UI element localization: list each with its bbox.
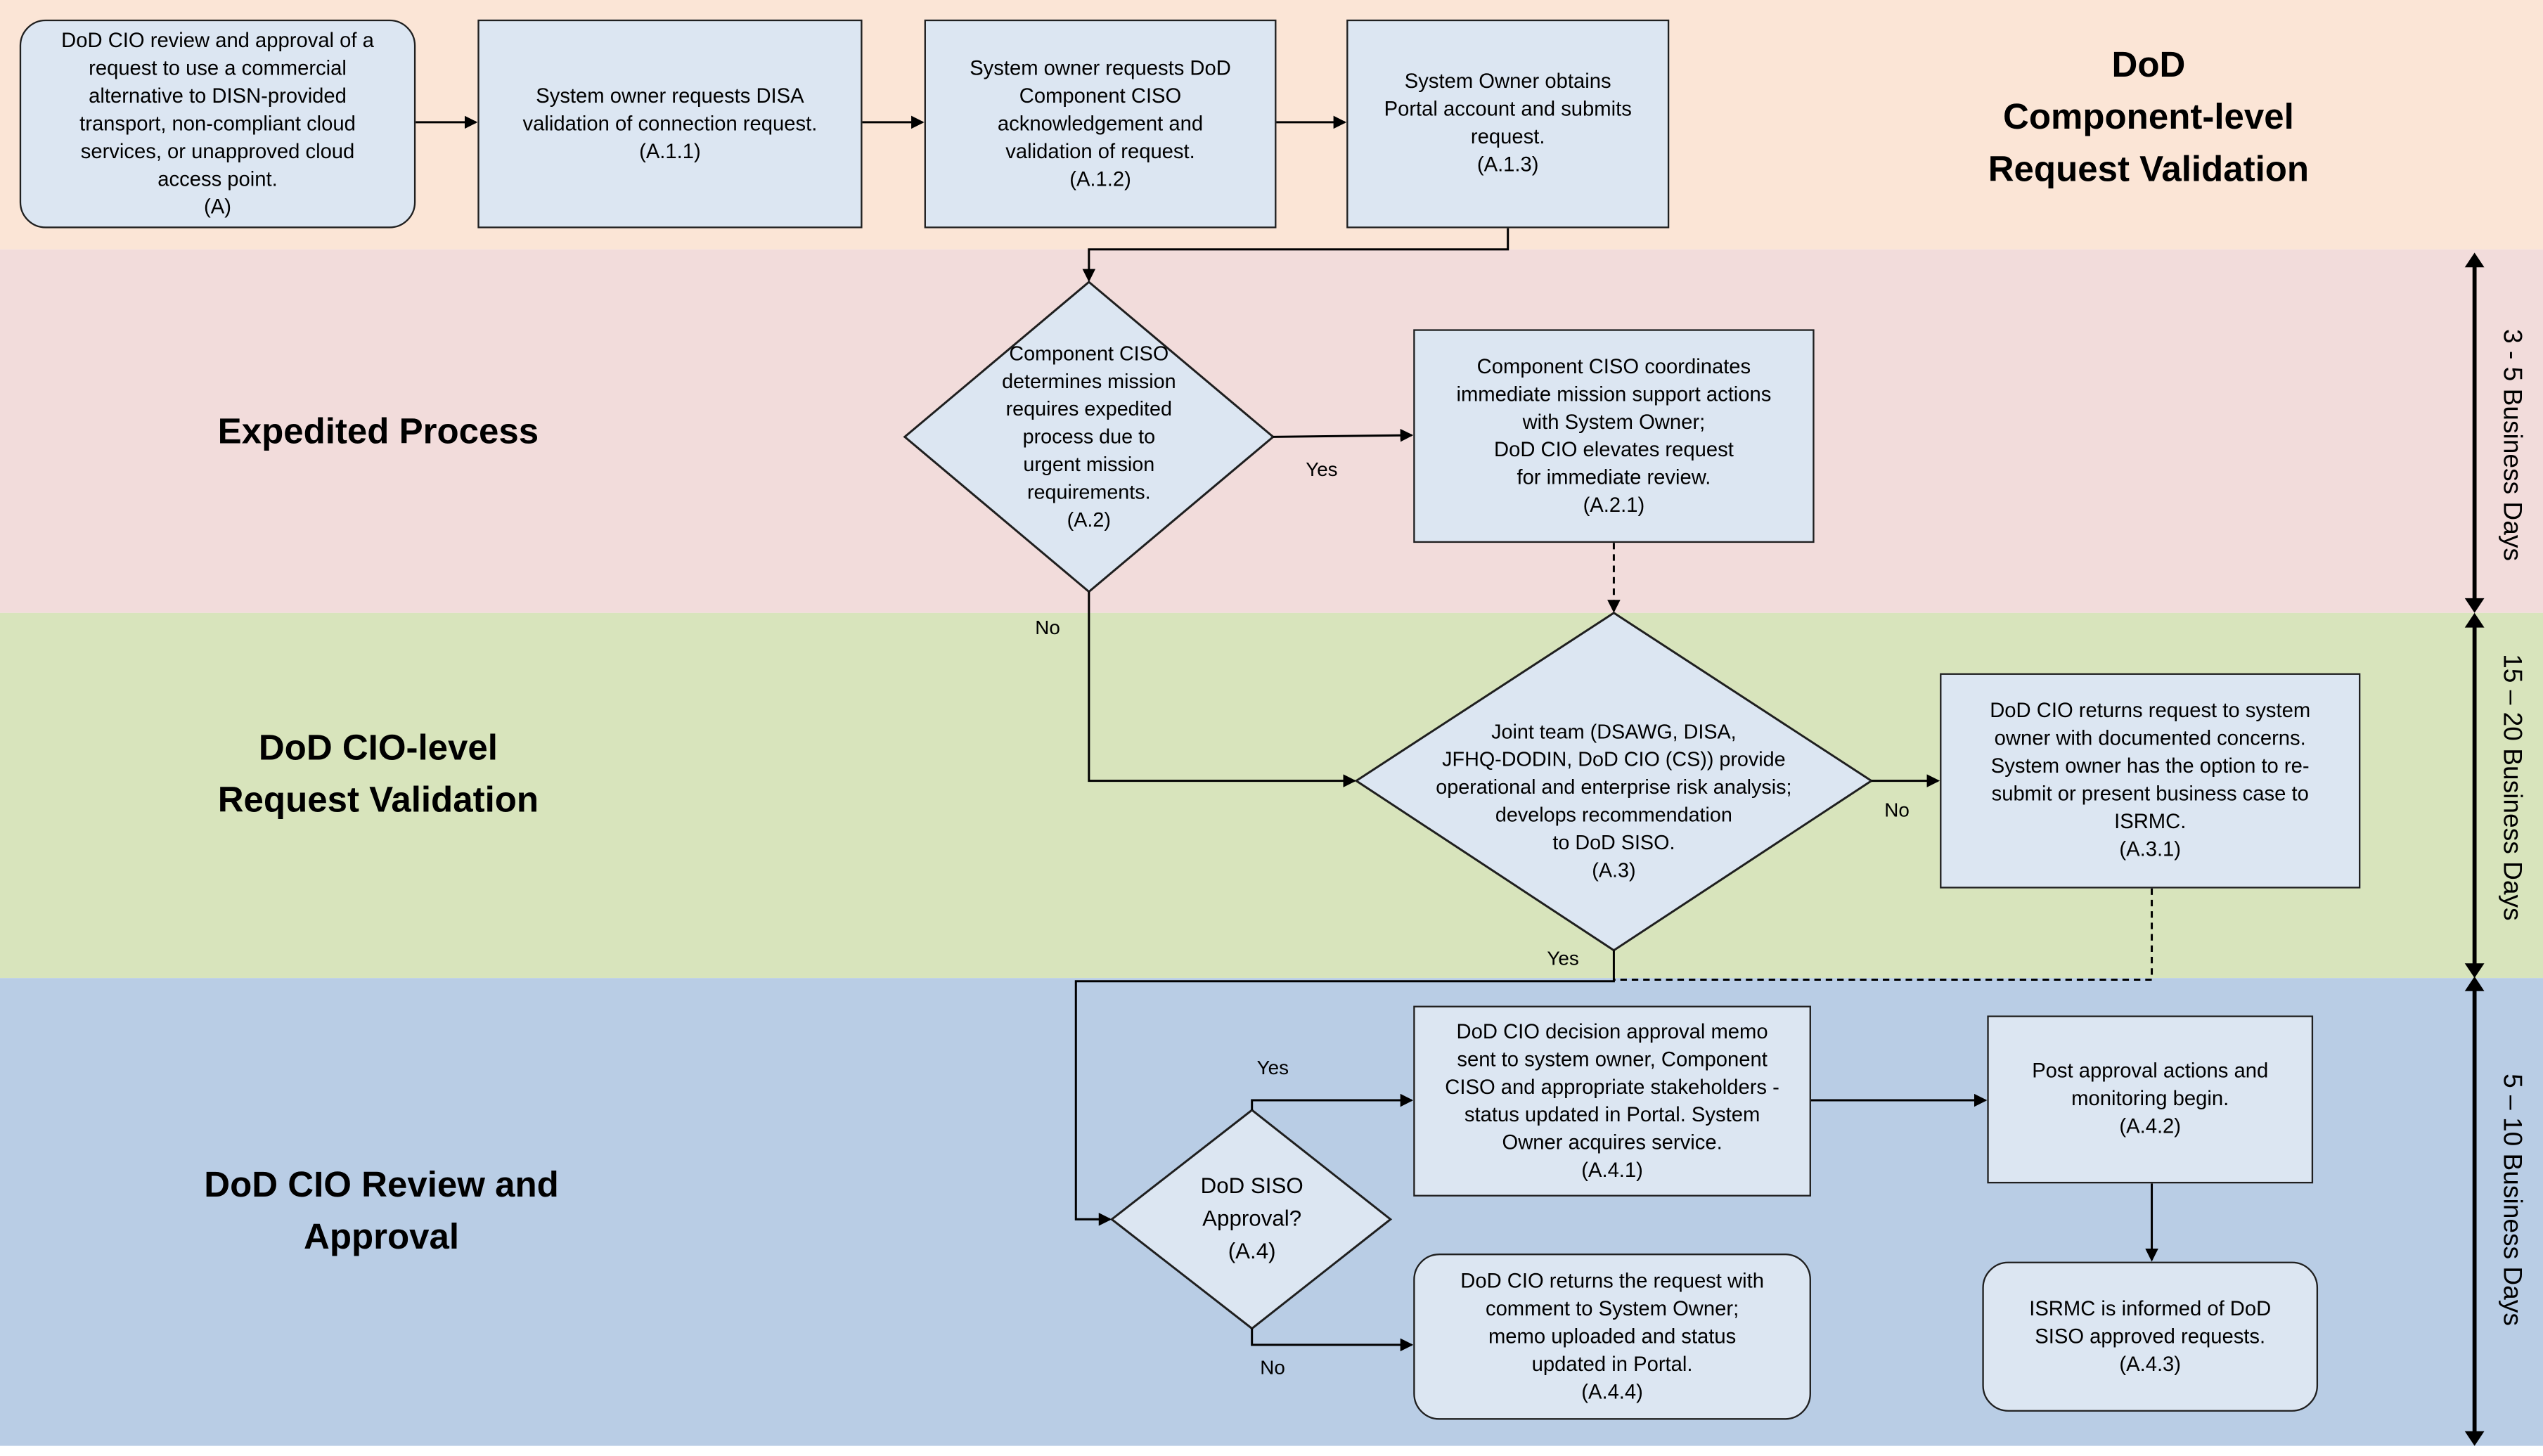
step-a21: Component CISO coordinates immediate mis… <box>1413 329 1815 543</box>
step-a4-text: DoD SISO Approval? (A.4) <box>1200 1173 1303 1263</box>
step-a44: DoD CIO returns the request with comment… <box>1413 1254 1811 1420</box>
arrow-a4-a41 <box>1251 1093 1414 1110</box>
process-diagram: DoD Component-level Request Validation E… <box>0 0 2543 1456</box>
duration-expedited: 3 - 5 Business Days <box>2497 329 2525 561</box>
arrow-a13-a2 <box>1082 228 1509 283</box>
connector-a31-return <box>1614 888 2153 981</box>
label-a3-no: No <box>1884 799 1910 822</box>
label-a4-yes: Yes <box>1256 1056 1289 1079</box>
label-a3-yes: Yes <box>1547 947 1579 970</box>
step-a13: System Owner obtains Portal account and … <box>1346 19 1670 228</box>
label-a2-yes: Yes <box>1306 458 1338 481</box>
arrow-a2-a21 <box>1273 428 1414 442</box>
step-a41: DoD CIO decision approval memo sent to s… <box>1413 1005 1811 1197</box>
arrow-a4-a44 <box>1251 1328 1414 1352</box>
duration-cio-validation: 15 – 20 Business Days <box>2497 654 2525 921</box>
step-a11: System owner requests DISA validation of… <box>477 19 863 228</box>
step-a42: Post approval actions and monitoring beg… <box>1987 1015 2314 1184</box>
step-a12: System owner requests DoD Component CISO… <box>924 19 1277 228</box>
step-a: DoD CIO review and approval of a request… <box>19 19 416 228</box>
duration-review: 5 – 10 Business Days <box>2497 1074 2525 1326</box>
step-a3-text: Joint team (DSAWG, DISA, JFHQ-DODIN, DoD… <box>1436 720 1792 882</box>
step-a43: ISRMC is informed of DoD SISO approved r… <box>1982 1261 2319 1412</box>
step-a31: DoD CIO returns request to system owner … <box>1940 673 2361 889</box>
label-a4-no: No <box>1260 1356 1285 1379</box>
arrow-a2-a3 <box>1088 591 1357 787</box>
label-a2-no: No <box>1035 616 1060 639</box>
step-a2-text: Component CISO determines mission requir… <box>1002 341 1176 531</box>
